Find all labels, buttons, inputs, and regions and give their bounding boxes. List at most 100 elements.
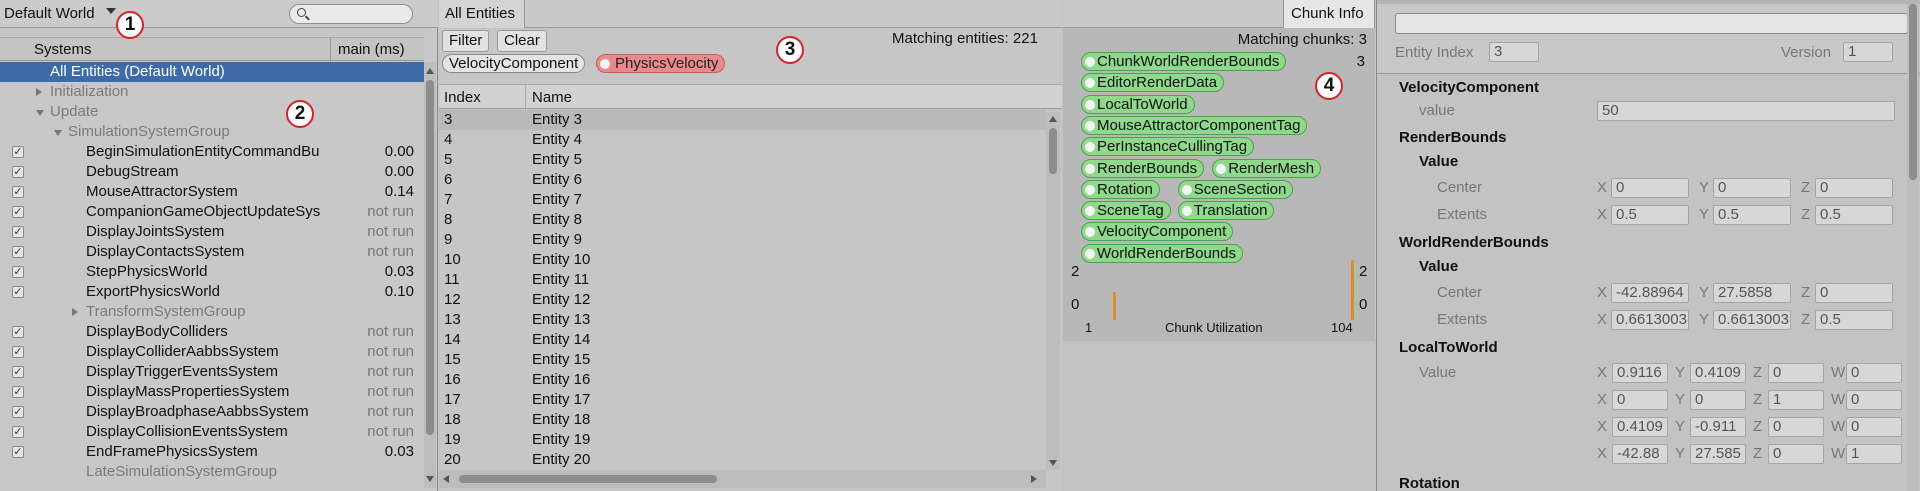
component-chip[interactable]: ChunkWorldRenderBounds bbox=[1081, 52, 1287, 71]
component-chip[interactable]: VelocityComponent bbox=[1081, 222, 1234, 242]
component-chip[interactable]: Rotation bbox=[1081, 179, 1160, 199]
scrollbar-thumb[interactable] bbox=[1909, 4, 1917, 180]
entity-row[interactable]: 13 Entity 13 bbox=[439, 310, 1046, 330]
scroll-down-icon[interactable] bbox=[1049, 460, 1057, 466]
vector-component-field[interactable]: 0 bbox=[1713, 178, 1791, 198]
matrix-cell-field[interactable]: 0 bbox=[1768, 363, 1824, 383]
vector-component-field[interactable]: 0.5 bbox=[1815, 310, 1893, 330]
expand-arrow-icon[interactable] bbox=[36, 88, 42, 96]
entity-row[interactable]: 3 Entity 3 bbox=[439, 110, 1046, 130]
system-row[interactable]: ✓ MouseAttractorSystem 0.14 bbox=[0, 182, 424, 202]
matrix-cell-field[interactable]: 0 bbox=[1690, 390, 1746, 410]
scroll-up-icon[interactable] bbox=[426, 68, 434, 74]
entity-row[interactable]: 19 Entity 19 bbox=[439, 430, 1046, 450]
entity-row[interactable]: 6 Entity 6 bbox=[439, 170, 1046, 190]
scroll-left-icon[interactable] bbox=[443, 475, 449, 483]
scrollbar-thumb[interactable] bbox=[1049, 128, 1057, 174]
matrix-cell-field[interactable]: -0.911 bbox=[1690, 417, 1746, 437]
system-row[interactable]: SimulationSystemGroup bbox=[0, 122, 424, 142]
system-enabled-checkbox[interactable]: ✓ bbox=[12, 206, 24, 218]
vector-component-field[interactable]: 0.5 bbox=[1611, 205, 1689, 225]
system-enabled-checkbox[interactable]: ✓ bbox=[12, 366, 24, 378]
column-systems[interactable]: Systems bbox=[34, 41, 92, 58]
expand-arrow-icon[interactable] bbox=[72, 308, 78, 316]
velocity-value-field[interactable]: 50 bbox=[1597, 101, 1895, 121]
entity-row[interactable]: 9 Entity 9 bbox=[439, 230, 1046, 250]
entity-row[interactable]: 7 Entity 7 bbox=[439, 190, 1046, 210]
component-chip[interactable]: MouseAttractorComponentTag bbox=[1081, 115, 1308, 135]
entity-row[interactable]: 11 Entity 11 bbox=[439, 270, 1046, 290]
systems-search-input[interactable] bbox=[289, 4, 413, 24]
matrix-cell-field[interactable]: -42.88 bbox=[1612, 444, 1668, 464]
entity-row[interactable]: 5 Entity 5 bbox=[439, 150, 1046, 170]
system-enabled-checkbox[interactable]: ✓ bbox=[12, 166, 24, 178]
world-dropdown[interactable]: Default World bbox=[4, 5, 95, 22]
entity-row[interactable]: 15 Entity 15 bbox=[439, 350, 1046, 370]
system-enabled-checkbox[interactable]: ✓ bbox=[12, 446, 24, 458]
hscrollbar-thumb[interactable] bbox=[459, 475, 717, 483]
matrix-cell-field[interactable]: 0.9116 bbox=[1612, 363, 1668, 383]
vector-component-field[interactable]: 0.6613003 bbox=[1611, 310, 1689, 330]
matrix-cell-field[interactable]: 1 bbox=[1846, 444, 1902, 464]
vector-component-field[interactable]: 0 bbox=[1815, 283, 1893, 303]
system-enabled-checkbox[interactable]: ✓ bbox=[12, 186, 24, 198]
system-row[interactable]: ✓ EndFramePhysicsSystem 0.03 bbox=[0, 442, 424, 462]
entity-row[interactable]: 10 Entity 10 bbox=[439, 250, 1046, 270]
component-chip[interactable]: SceneTag bbox=[1081, 201, 1171, 221]
matrix-cell-field[interactable]: 0 bbox=[1768, 417, 1824, 437]
clear-button[interactable]: Clear bbox=[497, 30, 547, 52]
scroll-down-icon[interactable] bbox=[426, 476, 434, 482]
system-row[interactable]: ✓ DebugStream 0.00 bbox=[0, 162, 424, 182]
system-row[interactable]: ✓ DisplayContactsSystem not run bbox=[0, 242, 424, 262]
column-divider[interactable] bbox=[525, 85, 526, 110]
entity-row[interactable]: 20 Entity 20 bbox=[439, 450, 1046, 470]
matrix-cell-field[interactable]: 0.4109 bbox=[1690, 363, 1746, 383]
vector-component-field[interactable]: 0.6613003 bbox=[1713, 310, 1791, 330]
vector-component-field[interactable]: 0 bbox=[1611, 178, 1689, 198]
entity-row[interactable]: 16 Entity 16 bbox=[439, 370, 1046, 390]
system-row[interactable]: All Entities (Default World) bbox=[0, 62, 424, 82]
system-row[interactable]: ✓ DisplayMassPropertiesSystem not run bbox=[0, 382, 424, 402]
system-enabled-checkbox[interactable]: ✓ bbox=[12, 146, 24, 158]
scroll-right-icon[interactable] bbox=[1031, 475, 1037, 483]
entity-index-field[interactable]: 3 bbox=[1489, 42, 1539, 62]
column-main-ms[interactable]: main (ms) bbox=[338, 41, 405, 58]
system-row[interactable]: ✓ CompanionGameObjectUpdateSys not run bbox=[0, 202, 424, 222]
vector-component-field[interactable]: 27.5858 bbox=[1713, 283, 1791, 303]
system-enabled-checkbox[interactable]: ✓ bbox=[12, 226, 24, 238]
matrix-cell-field[interactable]: 27.585 bbox=[1690, 444, 1746, 464]
system-enabled-checkbox[interactable]: ✓ bbox=[12, 406, 24, 418]
system-row[interactable]: ✓ DisplayBroadphaseAabbsSystem not run bbox=[0, 402, 424, 422]
system-enabled-checkbox[interactable]: ✓ bbox=[12, 426, 24, 438]
system-row[interactable]: ✓ DisplayColliderAabbsSystem not run bbox=[0, 342, 424, 362]
component-chip[interactable]: LocalToWorld bbox=[1081, 94, 1195, 114]
component-chip[interactable]: SceneSection bbox=[1177, 179, 1294, 199]
filter-chip[interactable]: PhysicsVelocity bbox=[596, 54, 726, 73]
matrix-cell-field[interactable]: 0 bbox=[1846, 363, 1902, 383]
column-divider[interactable] bbox=[330, 38, 331, 62]
component-chip[interactable]: RenderMesh bbox=[1212, 158, 1322, 178]
system-row[interactable]: ✓ ExportPhysicsWorld 0.10 bbox=[0, 282, 424, 302]
system-enabled-checkbox[interactable]: ✓ bbox=[12, 286, 24, 298]
filter-chip[interactable]: VelocityComponent bbox=[442, 54, 586, 73]
entity-name-field[interactable] bbox=[1395, 13, 1908, 34]
matrix-cell-field[interactable]: 0 bbox=[1612, 390, 1668, 410]
scrollbar-thumb[interactable] bbox=[426, 80, 434, 435]
vector-component-field[interactable]: -42.88964 bbox=[1611, 283, 1689, 303]
tab-chunk-info[interactable]: Chunk Info bbox=[1283, 0, 1375, 28]
systems-scrollbar[interactable] bbox=[424, 62, 436, 488]
system-row[interactable]: Update bbox=[0, 102, 424, 122]
tab-all-entities[interactable]: All Entities bbox=[439, 0, 525, 28]
system-row[interactable]: ✓ DisplayBodyColliders not run bbox=[0, 322, 424, 342]
scroll-up-icon[interactable] bbox=[1049, 116, 1057, 122]
matrix-cell-field[interactable]: 1 bbox=[1768, 390, 1824, 410]
inspector-scrollbar[interactable] bbox=[1907, 4, 1919, 491]
system-enabled-checkbox[interactable]: ✓ bbox=[12, 386, 24, 398]
system-row[interactable]: ✓ StepPhysicsWorld 0.03 bbox=[0, 262, 424, 282]
vector-component-field[interactable]: 0.5 bbox=[1815, 205, 1893, 225]
chevron-down-icon[interactable] bbox=[106, 8, 116, 14]
entity-row[interactable]: 18 Entity 18 bbox=[439, 410, 1046, 430]
column-index[interactable]: Index bbox=[444, 89, 481, 106]
version-field[interactable]: 1 bbox=[1843, 42, 1893, 62]
component-chip[interactable]: EditorRenderData bbox=[1081, 73, 1225, 93]
